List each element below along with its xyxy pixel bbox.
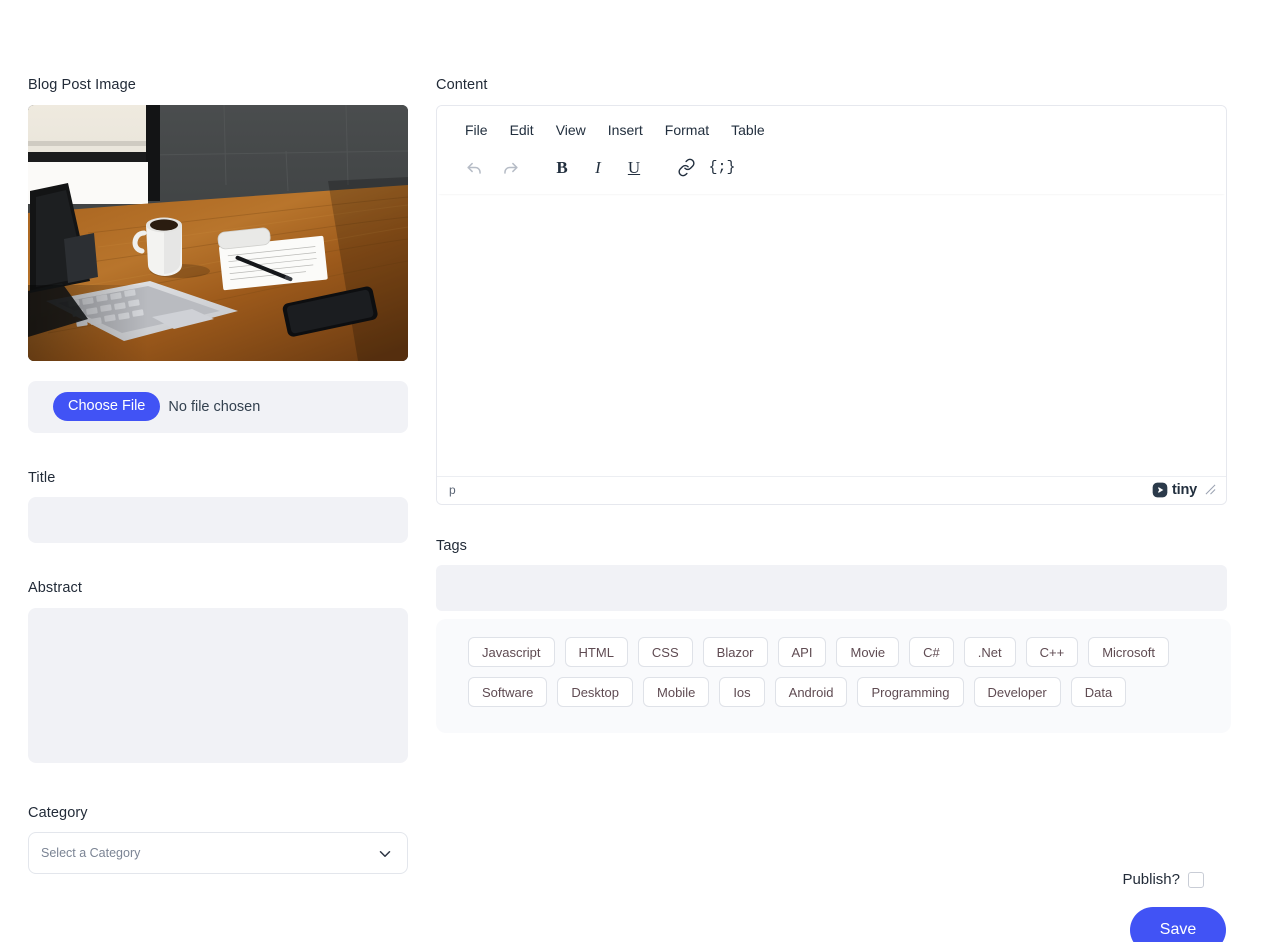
blog-post-image-preview — [28, 104, 408, 361]
tag-chip[interactable]: Desktop — [557, 677, 634, 707]
content-label: Content — [436, 77, 488, 93]
menu-format[interactable]: Format — [657, 118, 717, 143]
category-selected-value: Select a Category — [41, 846, 141, 860]
tiny-brand-text: tiny — [1172, 482, 1197, 498]
element-path[interactable]: p — [449, 483, 456, 497]
menu-edit[interactable]: Edit — [502, 118, 542, 143]
tag-chip[interactable]: Javascript — [468, 637, 555, 667]
blog-post-form-page: Blog Post Image Choose File No file chos… — [0, 0, 1264, 942]
editor-toolbar: B I U {;} — [437, 142, 1226, 194]
abstract-label: Abstract — [28, 580, 82, 596]
editor-header: File Edit View Insert Format Table B I U… — [437, 105, 1226, 195]
category-select[interactable]: Select a Category — [28, 832, 408, 874]
link-icon[interactable] — [669, 150, 703, 184]
tag-chip[interactable]: Ios — [719, 677, 765, 707]
tiny-logo[interactable]: tiny — [1152, 482, 1197, 498]
abstract-textarea[interactable] — [28, 607, 408, 763]
tag-chip[interactable]: Developer — [973, 677, 1061, 707]
category-select-wrapper[interactable]: Select a Category — [28, 832, 408, 874]
tag-chip[interactable]: Blazor — [702, 637, 768, 667]
tag-chip[interactable]: C++ — [1025, 637, 1079, 667]
code-sample-icon[interactable]: {;} — [705, 150, 739, 184]
title-input[interactable] — [28, 497, 408, 543]
tinymce-editor: File Edit View Insert Format Table B I U… — [436, 104, 1227, 505]
right-column: Content File Edit View Insert Format Tab… — [436, 78, 1231, 733]
editor-content-area[interactable] — [437, 194, 1226, 476]
tag-chip[interactable]: Programming — [857, 677, 964, 707]
available-tags-panel: Javascript HTML CSS Blazor API Movie C# .Net C++… — [436, 619, 1231, 733]
file-upload-row[interactable]: Choose File No file chosen — [28, 380, 408, 433]
menu-view[interactable]: View — [548, 118, 594, 143]
tag-chip[interactable]: Software — [468, 677, 548, 707]
left-column: Blog Post Image Choose File No file chos… — [28, 78, 408, 874]
tags-input[interactable] — [436, 565, 1227, 611]
underline-icon[interactable]: U — [617, 150, 651, 184]
category-label: Category — [28, 804, 88, 821]
tag-chip[interactable]: Android — [774, 677, 848, 707]
tags-label: Tags — [436, 537, 468, 554]
statusbar-right: tiny — [1152, 482, 1216, 498]
bold-icon[interactable]: B — [545, 150, 579, 184]
menu-table[interactable]: Table — [723, 118, 772, 143]
tag-chip[interactable]: Movie — [836, 637, 900, 667]
tag-chip[interactable]: HTML — [564, 637, 628, 667]
italic-icon[interactable]: I — [581, 150, 615, 184]
tag-chip[interactable]: Data — [1070, 677, 1127, 707]
blog-post-image-label: Blog Post Image — [28, 77, 136, 93]
publish-label: Publish? — [1122, 871, 1180, 888]
save-button[interactable]: Save — [1130, 907, 1226, 942]
menu-file[interactable]: File — [457, 118, 496, 143]
editor-resize-handle[interactable] — [1205, 484, 1216, 497]
tag-chip[interactable]: .Net — [963, 637, 1016, 667]
tag-chip[interactable]: Mobile — [643, 677, 710, 707]
choose-file-button[interactable]: Choose File — [53, 392, 161, 421]
redo-icon[interactable] — [493, 150, 527, 184]
no-file-chosen-text: No file chosen — [168, 398, 261, 415]
editor-statusbar: p tiny — [437, 475, 1226, 504]
undo-icon[interactable] — [457, 150, 491, 184]
tag-chip[interactable]: API — [777, 637, 827, 667]
tag-chip[interactable]: C# — [909, 637, 954, 667]
tag-chip[interactable]: CSS — [637, 637, 693, 667]
publish-checkbox[interactable] — [1188, 871, 1204, 888]
editor-menubar: File Edit View Insert Format Table — [437, 106, 1226, 143]
tag-chip[interactable]: Microsoft — [1088, 637, 1169, 667]
tiny-mark-icon — [1152, 482, 1168, 498]
publish-row: Publish? — [1122, 871, 1204, 888]
title-label: Title — [28, 469, 56, 486]
menu-insert[interactable]: Insert — [600, 118, 651, 143]
